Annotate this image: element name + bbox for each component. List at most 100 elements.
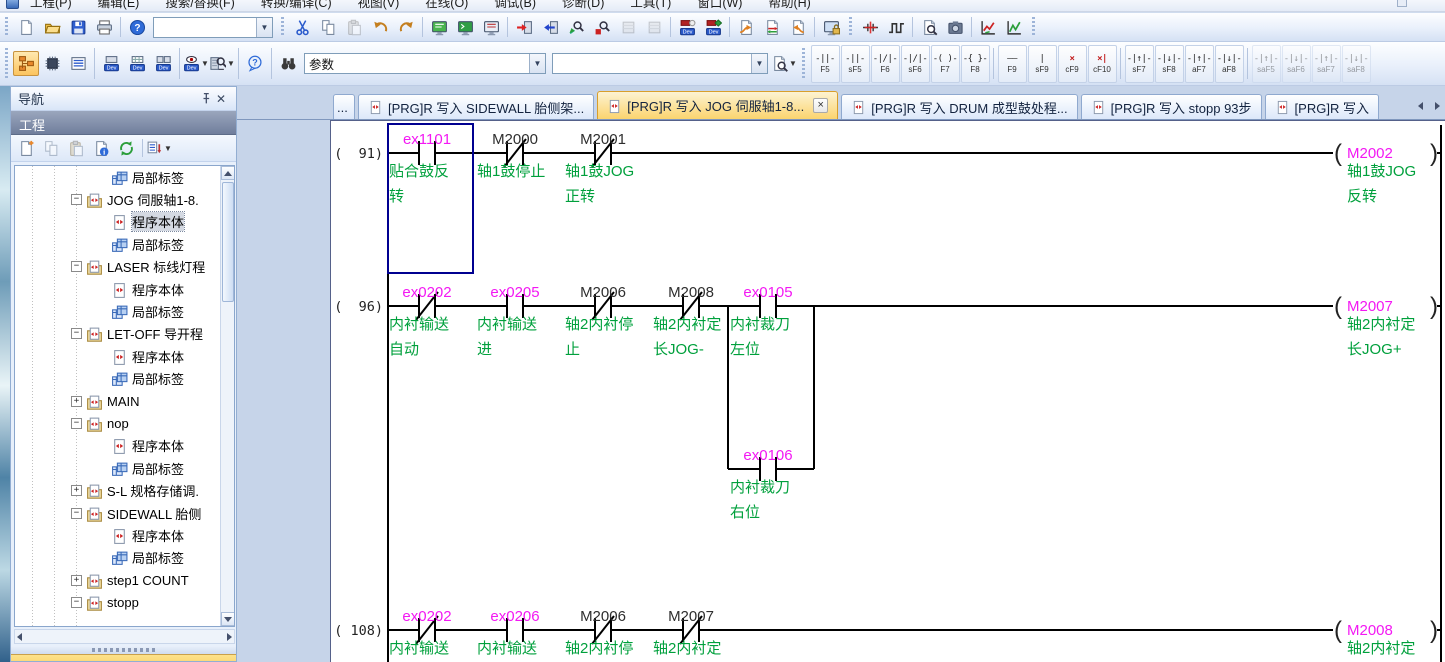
ladder-symbol-sF9-button[interactable]: |sF9 (1028, 45, 1057, 83)
note-swap-button[interactable] (759, 15, 785, 40)
ladder-contact-M2008[interactable]: M2008轴2内衬定长JOG- (653, 284, 721, 358)
document-tab-5[interactable]: [PRG]R 写入 (1265, 94, 1379, 119)
print-button[interactable] (91, 15, 117, 40)
dev-grid-button[interactable]: Dev (124, 51, 150, 76)
ladder-coil-M2002[interactable]: ()M2002轴1鼓JOG反转 (1334, 140, 1438, 205)
note-back-button[interactable] (785, 15, 811, 40)
chart-red-button[interactable] (975, 15, 1001, 40)
collapse-icon[interactable]: − (71, 328, 82, 339)
ladder-editor[interactable]: ( 91)ex1101贴合鼓反转M2000轴1鼓停止M2001轴1鼓JOG正转(… (330, 120, 1445, 662)
panel-splitter[interactable] (11, 646, 236, 654)
new-file-button[interactable] (13, 15, 39, 40)
ladder-symbol-saF7-button[interactable]: -|↑|-saF7 (1312, 45, 1341, 83)
toolbar-grip[interactable] (800, 48, 807, 78)
tree-item-program[interactable]: +step1 COUNT (15, 569, 220, 591)
tree-item-ltag[interactable]: 局部标签 (15, 368, 220, 390)
find-doc-button[interactable] (916, 15, 942, 40)
scroll-right-icon[interactable] (227, 633, 232, 641)
menu-item-6[interactable]: 调试(B) (494, 0, 536, 11)
menu-item-10[interactable]: 帮助(H) (768, 0, 810, 11)
tree-item-program[interactable]: −SIDEWALL 胎侧 (15, 502, 220, 524)
help-button[interactable]: ? (124, 15, 150, 40)
quick-find-combo[interactable]: ▼ (153, 17, 273, 38)
read-plc-button[interactable] (537, 15, 563, 40)
tree-item-ltag[interactable]: 局部标签 (15, 166, 220, 188)
tree-vertical-scrollbar[interactable] (220, 166, 234, 626)
close-icon[interactable]: ✕ (213, 91, 229, 107)
combo-dropdown-icon[interactable]: ▼ (256, 18, 272, 37)
child-window-buttons[interactable] (1397, 0, 1431, 9)
dev-green-button[interactable]: Dev (700, 15, 726, 40)
toolbar-grip[interactable] (279, 17, 286, 37)
ladder-symbol-saF6-button[interactable]: -|↓|-saF6 (1282, 45, 1311, 83)
scroll-left-icon[interactable] (17, 633, 22, 641)
tree-item-program[interactable]: −LASER 标线灯程 (15, 256, 220, 278)
ladder-contact-ex0105[interactable]: ex0105内衬裁刀左位 (730, 284, 793, 358)
ladder-symbol-cF9-button[interactable]: ×cF9 (1058, 45, 1087, 83)
module-grey-button[interactable] (615, 15, 641, 40)
tree-item-program[interactable]: −LET-OFF 导开程 (15, 323, 220, 345)
cut-button[interactable] (289, 15, 315, 40)
list-view-button[interactable] (65, 51, 91, 76)
ladder-contact-M2007[interactable]: M2007轴2内衬定长JOG+ (653, 608, 721, 662)
copy-button[interactable] (315, 15, 341, 40)
plc-config-button[interactable] (478, 15, 504, 40)
ladder-symbol-F6-button[interactable]: -|/|-F6 (871, 45, 900, 83)
collapse-icon[interactable]: − (71, 418, 82, 429)
nav-copy-button[interactable] (39, 137, 63, 160)
collapse-icon[interactable]: − (71, 261, 82, 272)
menu-item-7[interactable]: 诊断(D) (562, 0, 604, 11)
toolbar-grip[interactable] (3, 48, 10, 78)
tab-scroll-right-icon[interactable] (1432, 99, 1443, 113)
menu-item-4[interactable]: 视图(V) (358, 0, 400, 11)
plc-param-button[interactable] (426, 15, 452, 40)
tree-item-ltag[interactable]: 局部标签 (15, 547, 220, 569)
ladder-coil-M2008[interactable]: ()M2008轴2内衬定长JOG- (1334, 617, 1438, 662)
tree-item-body[interactable]: 程序本体 (15, 211, 220, 233)
ladder-canvas[interactable]: ( 91)ex1101贴合鼓反转M2000轴1鼓停止M2001轴1鼓JOG正转(… (331, 121, 1445, 662)
sort-button[interactable]: ▼ (147, 137, 171, 160)
collapse-icon[interactable]: − (71, 597, 82, 608)
capture-button[interactable] (942, 15, 968, 40)
tree-item-program[interactable]: −JOG 伺服轴1-8. (15, 188, 220, 210)
chart-green-button[interactable] (1001, 15, 1027, 40)
pin-icon[interactable] (197, 91, 213, 107)
menu-item-0[interactable]: 工程(P) (30, 0, 72, 11)
ladder-symbol-sF6-button[interactable]: -|/|-sF6 (901, 45, 930, 83)
scroll-up-icon[interactable] (221, 166, 235, 180)
expand-icon[interactable]: + (71, 396, 82, 407)
menu-item-1[interactable]: 编辑(E) (98, 0, 140, 11)
nav-paste-button[interactable] (64, 137, 88, 160)
menu-item-3[interactable]: 转换/编译(C) (261, 0, 332, 11)
scroll-down-icon[interactable] (221, 612, 235, 626)
ladder-cross-button[interactable] (857, 15, 883, 40)
ladder-rung-96[interactable]: ( 96)ex0202内衬输送自动ex0205内衬输送进M2006轴2内衬停止M… (334, 284, 1441, 521)
module-grey-button[interactable] (641, 15, 667, 40)
ladder-contact-M2001[interactable]: M2001轴1鼓JOG正转 (565, 131, 634, 205)
ladder-symbol-sF7-button[interactable]: -|↑|-sF7 (1125, 45, 1154, 83)
restore-icon[interactable] (1397, 0, 1407, 7)
pulse-button[interactable] (883, 15, 909, 40)
tree-item-body[interactable]: 程序本体 (15, 524, 220, 546)
document-tab-0[interactable]: ... (333, 94, 355, 119)
ladder-contact-M2000[interactable]: M2000轴1鼓停止 (477, 131, 545, 180)
ladder-symbol-F7-button[interactable]: -( )-F7 (931, 45, 960, 83)
paste-button[interactable] (341, 15, 367, 40)
tree-item-ltag[interactable]: 局部标签 (15, 233, 220, 255)
nav-new-button[interactable] (14, 137, 38, 160)
document-tab-3[interactable]: [PRG]R 写入 DRUM 成型鼓处程... (841, 94, 1077, 119)
ladder-contact-ex1101[interactable]: ex1101贴合鼓反转 (389, 131, 451, 205)
ladder-symbol-F9-button[interactable]: ——F9 (998, 45, 1027, 83)
tree-item-body[interactable]: 程序本体 (15, 435, 220, 457)
ladder-contact-M2006[interactable]: M2006轴2内衬停止 (565, 284, 633, 358)
dev-pair-button[interactable]: Dev (150, 51, 176, 76)
screen-lock-button[interactable] (818, 15, 844, 40)
combo-dropdown-icon[interactable]: ▼ (529, 54, 545, 73)
combo-dropdown-icon[interactable]: ▼ (751, 54, 767, 73)
ladder-contact-ex0206[interactable]: ex0206内衬输送退 (477, 608, 540, 662)
tree-item-program[interactable]: +S-L 规格存储调. (15, 479, 220, 501)
note-arrow-button[interactable] (733, 15, 759, 40)
tab-close-icon[interactable]: × (813, 98, 828, 113)
ladder-symbol-saF5-button[interactable]: -|↑|-saF5 (1252, 45, 1281, 83)
document-tab-1[interactable]: [PRG]R 写入 SIDEWALL 胎侧架... (358, 94, 594, 119)
